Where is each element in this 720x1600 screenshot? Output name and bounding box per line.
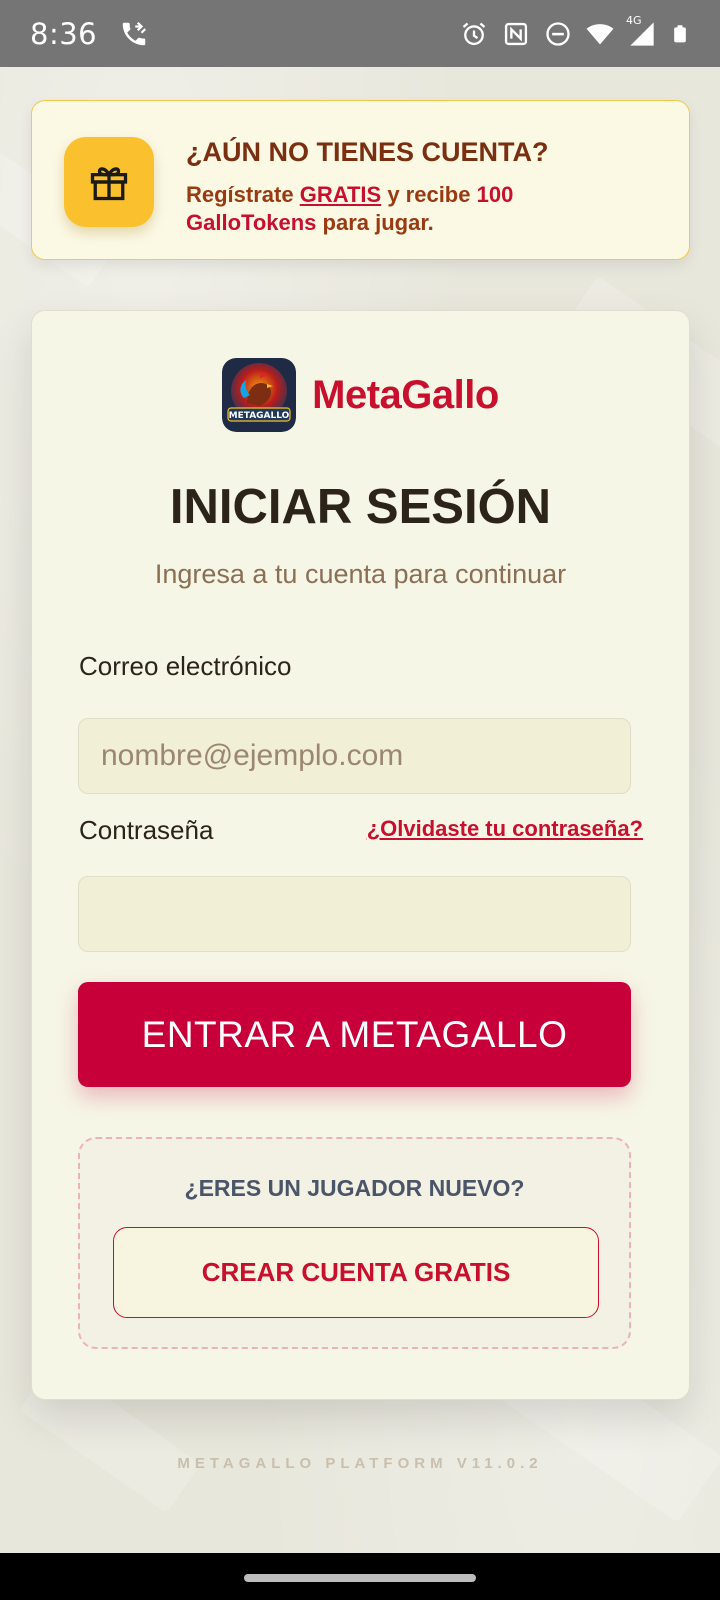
do-not-disturb-icon [546, 21, 570, 46]
status-bar: 8:36 4G [0, 0, 720, 67]
wifi-icon [586, 23, 614, 44]
page-subtitle: Ingresa a tu cuenta para continuar [154, 559, 567, 589]
login-card: METAGALLO MetaGallo INICIAR SESIÓN Ingre… [31, 310, 690, 1400]
login-button[interactable]: ENTRAR A METAGALLO [78, 982, 631, 1087]
promo-title: ¿AÚN NO TIENES CUENTA? [186, 137, 549, 167]
system-nav-bar [0, 1553, 720, 1600]
promo-text-part: para jugar. [316, 210, 434, 235]
brand-name: MetaGallo [312, 372, 499, 417]
metagallo-logo: METAGALLO [222, 358, 297, 432]
promo-text: Regístrate GRATIS y recibe 100 GalloToke… [186, 181, 606, 237]
promo-free-link[interactable]: GRATIS [300, 182, 381, 207]
new-player-prompt: ¿ERES UN JUGADOR NUEVO? [184, 1175, 525, 1201]
promo-text-part: Regístrate [186, 182, 300, 207]
status-time: 8:36 [30, 16, 98, 51]
brand-header: METAGALLO MetaGallo [32, 356, 689, 434]
create-account-button[interactable]: CREAR CUENTA GRATIS [113, 1227, 599, 1318]
promo-text-part: y recibe [381, 182, 477, 207]
page-title: INICIAR SESIÓN [169, 480, 552, 534]
password-label: Contraseña [79, 815, 214, 845]
network-type-label: 4G [626, 13, 642, 27]
new-player-section: ¿ERES UN JUGADOR NUEVO? CREAR CUENTA GRA… [78, 1137, 631, 1349]
alarm-icon [462, 22, 486, 45]
email-label: Correo electrónico [79, 651, 292, 681]
nfc-icon [504, 22, 528, 45]
home-gesture-handle[interactable] [244, 1574, 476, 1582]
email-field[interactable] [78, 718, 631, 794]
password-field[interactable] [78, 876, 631, 952]
logo-text: METAGALLO [229, 411, 290, 421]
battery-icon [674, 24, 686, 42]
register-promo-banner[interactable]: ¿AÚN NO TIENES CUENTA? Regístrate GRATIS… [31, 100, 690, 260]
version-footer: METAGALLO PLATFORM V11.0.2 [177, 1455, 543, 1472]
signal-4g-icon: 4G [626, 14, 656, 48]
gift-icon [64, 137, 154, 227]
app-screen: ¿AÚN NO TIENES CUENTA? Regístrate GRATIS… [0, 67, 720, 1553]
forgot-password-link[interactable]: ¿Olvidaste tu contraseña? [367, 816, 643, 842]
wifi-call-icon [122, 21, 147, 45]
